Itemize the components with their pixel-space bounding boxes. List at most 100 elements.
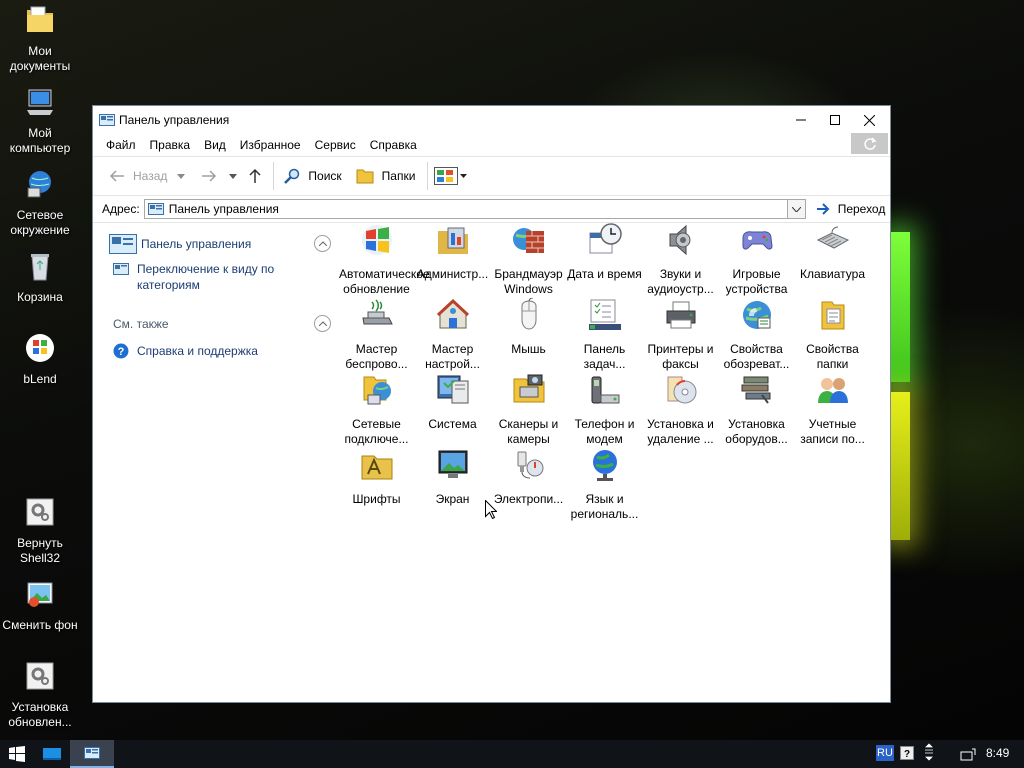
tray-arrows-icon	[925, 743, 933, 761]
firewall-icon	[512, 228, 544, 253]
item-internet-options[interactable]: Свойства обозреват...	[719, 298, 794, 372]
switch-category-view-link[interactable]: Переключение к виду по категориям	[113, 261, 327, 293]
desktop-icon-label: Мой компьютер	[9, 126, 71, 155]
taskbar-app-control-panel[interactable]	[70, 740, 114, 768]
menu-help[interactable]: Справка	[363, 138, 424, 152]
item-printers[interactable]: Принтеры и факсы	[643, 298, 718, 372]
item-add-hardware[interactable]: Установка оборудов...	[719, 373, 794, 447]
help-support-link[interactable]: ? Справка и поддержка	[113, 343, 327, 359]
tray-arrows-button[interactable]	[922, 743, 936, 763]
forward-button[interactable]	[201, 170, 217, 182]
item-admin-tools[interactable]: Администр...	[415, 223, 490, 282]
menu-tools[interactable]: Сервис	[308, 138, 363, 152]
desktop-icon-network[interactable]: Сетевое окружение	[0, 168, 80, 238]
item-power-options[interactable]: Электропи...	[491, 448, 566, 507]
item-mouse[interactable]: Мышь	[491, 297, 566, 357]
item-game-controllers[interactable]: Игровые устройства	[719, 223, 794, 297]
desktop-icon-install-updates[interactable]: Установка обновлен...	[0, 660, 80, 730]
item-label: Сканеры и камеры	[498, 417, 559, 446]
chevron-down-icon	[791, 206, 801, 212]
item-label: Мастер настрой...	[425, 342, 480, 371]
item-system[interactable]: Система	[415, 373, 490, 432]
item-phone-modem[interactable]: Телефон и модем	[567, 373, 642, 447]
refresh-button[interactable]	[851, 133, 888, 154]
item-sound[interactable]: Звуки и аудиоустр...	[643, 223, 718, 297]
item-firewall[interactable]: Брандмауэр Windows	[491, 223, 566, 297]
item-label: Установка и удаление ...	[647, 417, 714, 446]
regional-icon	[592, 450, 617, 481]
desktop-icon-label: Корзина	[17, 290, 63, 304]
desktop-icon-my-documents[interactable]: Мои документы	[0, 4, 80, 74]
network-setup-icon	[436, 298, 469, 329]
search-icon	[284, 168, 300, 184]
close-button[interactable]	[852, 106, 886, 134]
help-tray-button[interactable]: ?	[900, 745, 914, 761]
desktop-icon-label: Мои документы	[9, 44, 71, 73]
item-label: Электропи...	[493, 492, 564, 506]
collapse-button[interactable]	[314, 315, 331, 332]
menu-favorites[interactable]: Избранное	[233, 138, 308, 152]
maximize-button[interactable]	[818, 106, 852, 134]
clock[interactable]: 8:49	[986, 746, 1009, 760]
item-scanners-cameras[interactable]: Сканеры и камеры	[491, 373, 566, 447]
desktop-icon-blend[interactable]: bLend	[0, 332, 80, 387]
collapse-button[interactable]	[314, 235, 331, 252]
item-taskbar[interactable]: Панель задач...	[567, 298, 642, 372]
views-button[interactable]	[434, 167, 468, 185]
see-also-title: См. также	[113, 317, 169, 331]
item-wireless-wizard[interactable]: Мастер беспрово...	[339, 298, 414, 372]
refresh-icon	[863, 136, 876, 150]
folder-icon	[356, 169, 374, 184]
address-dropdown-button[interactable]	[786, 200, 805, 218]
item-user-accounts[interactable]: Учетные записи по...	[795, 373, 870, 447]
item-display[interactable]: Экран	[415, 448, 490, 507]
item-label: Клавиатура	[800, 267, 865, 281]
views-icon	[434, 167, 459, 185]
item-folder-options[interactable]: Свойства папки	[795, 298, 870, 372]
fonts-icon	[361, 455, 392, 480]
item-regional-options[interactable]: Язык и региональ...	[567, 448, 642, 522]
change-wallpaper-icon	[27, 582, 53, 607]
item-date-time[interactable]: Дата и время	[567, 223, 642, 282]
item-fonts[interactable]: Шрифты	[339, 448, 414, 507]
item-add-remove-programs[interactable]: Установка и удаление ...	[643, 373, 718, 447]
network-tray-button[interactable]	[960, 746, 976, 762]
network-connections-icon	[363, 376, 391, 405]
folders-button[interactable]: Папки	[356, 167, 416, 185]
item-label: Свойства папки	[806, 342, 859, 371]
history-dropdown[interactable]	[229, 173, 238, 179]
menu-view[interactable]: Вид	[197, 138, 233, 152]
menu-file[interactable]: Файл	[99, 138, 143, 152]
item-keyboard[interactable]: Клавиатура	[795, 223, 870, 282]
folders-label: Папки	[381, 169, 416, 183]
desktop-icon-my-computer[interactable]: Мой компьютер	[0, 86, 80, 156]
toolbar-separator	[427, 162, 429, 190]
search-button[interactable]: Поиск	[284, 168, 342, 184]
desktop-icon-shell32[interactable]: Вернуть Shell32	[0, 496, 80, 566]
item-network-connections[interactable]: Сетевые подключе...	[339, 373, 414, 447]
close-icon	[863, 114, 875, 126]
windows-update-icon	[361, 225, 392, 255]
language-indicator[interactable]: RU	[876, 745, 894, 761]
item-windows-update[interactable]: Автоматическое обновление	[339, 223, 430, 297]
sound-icon	[669, 224, 690, 256]
keyboard-icon	[816, 226, 849, 249]
menu-edit[interactable]: Правка	[143, 138, 198, 152]
up-button[interactable]	[249, 168, 261, 184]
desktop-icon-change-wallpaper[interactable]: Сменить фон	[0, 578, 80, 633]
title-bar[interactable]: Панель управления	[93, 106, 890, 134]
system-icon	[437, 375, 468, 404]
add-remove-icon	[667, 376, 696, 404]
item-network-setup[interactable]: Мастер настрой...	[415, 298, 490, 372]
task-view-button[interactable]	[36, 740, 68, 768]
start-button[interactable]	[0, 740, 34, 768]
search-label: Поиск	[308, 169, 342, 183]
task-section-control-panel: Панель управления	[109, 233, 331, 255]
back-button[interactable]: Назад	[109, 169, 186, 183]
address-field[interactable]: Панель управления	[143, 199, 806, 219]
minimize-button[interactable]	[784, 106, 818, 134]
address-value: Панель управления	[168, 202, 279, 216]
desktop-icon-recycle-bin[interactable]: Корзина	[0, 250, 80, 305]
go-button[interactable]: Переход	[816, 202, 885, 216]
item-label: Мастер беспрово...	[345, 342, 408, 371]
